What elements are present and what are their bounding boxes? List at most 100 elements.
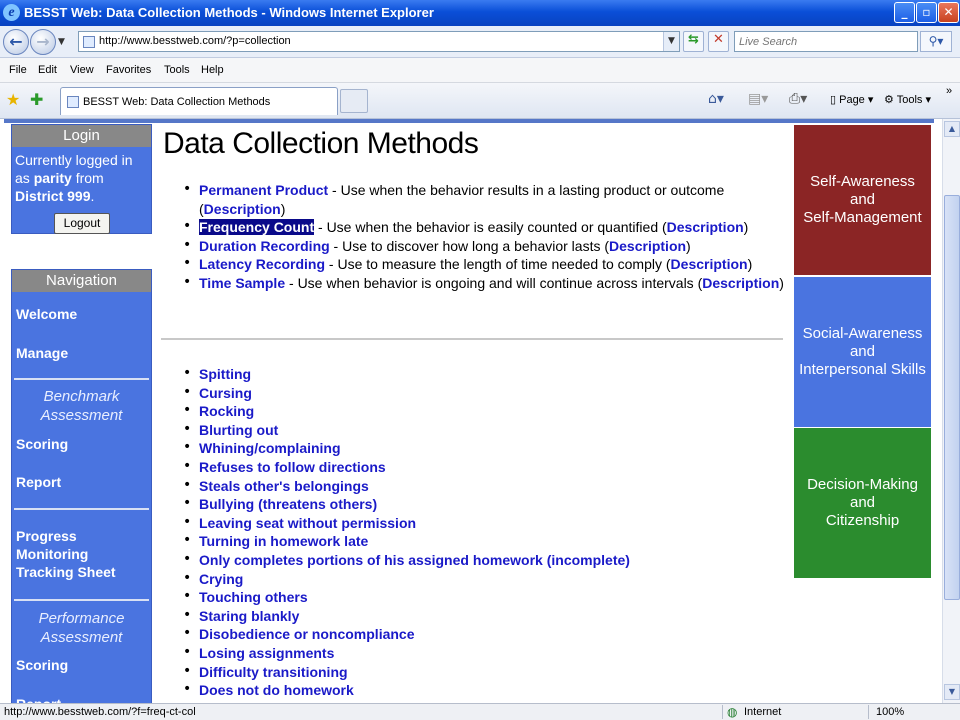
- behavior-link[interactable]: Bullying (threatens others): [199, 496, 377, 512]
- page-top-border: [4, 119, 934, 123]
- menu-file[interactable]: File: [9, 64, 27, 76]
- minimize-button[interactable]: _: [894, 2, 915, 23]
- behavior-link[interactable]: Blurting out: [199, 422, 278, 438]
- add-favorite-icon[interactable]: ✚: [30, 90, 43, 109]
- nav-manage[interactable]: Manage: [16, 344, 68, 362]
- scroll-down-icon[interactable]: ▼: [944, 684, 960, 700]
- decision-making-box[interactable]: Decision-Making and Citizenship: [794, 428, 931, 578]
- print-icon[interactable]: ⎙▾: [789, 91, 807, 107]
- list-item: Losing assignments: [183, 644, 789, 663]
- description-link[interactable]: Description: [204, 201, 281, 217]
- page-title: Data Collection Methods: [163, 127, 479, 160]
- method-frequency-count-link[interactable]: Frequency Count: [199, 219, 315, 236]
- behavior-link[interactable]: Steals other's belongings: [199, 478, 369, 494]
- forward-button[interactable]: →: [30, 29, 56, 55]
- method-paren: ): [686, 237, 691, 254]
- back-button[interactable]: ←: [3, 29, 29, 55]
- nav-report[interactable]: Report: [16, 473, 61, 491]
- description-link[interactable]: Description: [671, 256, 748, 272]
- status-separator: [722, 705, 723, 719]
- chevron-more-icon[interactable]: »: [946, 85, 952, 97]
- behavior-link[interactable]: Whining/complaining: [199, 440, 341, 456]
- nav-report[interactable]: Report: [16, 695, 61, 703]
- page-menu[interactable]: ▯ Page ▾: [830, 93, 873, 106]
- menu-view[interactable]: View: [70, 64, 94, 76]
- tools-menu[interactable]: ⚙ Tools ▾: [884, 93, 931, 106]
- behavior-link[interactable]: Disobedience or noncompliance: [199, 626, 415, 642]
- feeds-icon[interactable]: ▤▾: [748, 91, 768, 107]
- scroll-up-icon[interactable]: ▲: [944, 121, 960, 137]
- behavior-link[interactable]: Does not do homework: [199, 682, 354, 698]
- social-awareness-box[interactable]: Social-Awareness and Interpersonal Skill…: [794, 277, 931, 427]
- description-link[interactable]: Description: [702, 275, 779, 291]
- list-item: Bullying (threatens others): [183, 495, 789, 514]
- behavior-link[interactable]: Cursing: [199, 385, 252, 401]
- methods-list: Permanent Product - Use when the behavio…: [183, 181, 789, 293]
- behavior-link[interactable]: Only completes portions of his assigned …: [199, 552, 630, 568]
- search-input[interactable]: [735, 32, 917, 51]
- method-permanent-product-link[interactable]: Permanent Product: [199, 182, 328, 198]
- method-item: Duration Recording - Use to discover how…: [183, 237, 789, 256]
- list-item: Spitting: [183, 365, 789, 384]
- behavior-link[interactable]: Difficulty transitioning: [199, 664, 348, 680]
- list-item: Staring blankly: [183, 607, 789, 626]
- login-heading: Login: [12, 125, 151, 147]
- new-tab-button[interactable]: [340, 89, 368, 113]
- menu-help[interactable]: Help: [201, 64, 224, 76]
- refresh-icon[interactable]: ⇆: [683, 31, 704, 52]
- menu-favorites[interactable]: Favorites: [106, 64, 151, 76]
- internet-zone-icon: ◍: [727, 705, 738, 719]
- vertical-scrollbar[interactable]: ▲ ▼: [942, 119, 960, 703]
- maximize-button[interactable]: ▫: [916, 2, 937, 23]
- menu-tools[interactable]: Tools: [164, 64, 190, 76]
- home-icon[interactable]: ⌂▾: [708, 91, 724, 107]
- method-latency-recording-link[interactable]: Latency Recording: [199, 256, 325, 272]
- behavior-link[interactable]: Crying: [199, 571, 243, 587]
- behavior-link[interactable]: Touching others: [199, 589, 308, 605]
- stop-icon[interactable]: ✕: [708, 31, 729, 52]
- method-paren: ): [747, 256, 753, 273]
- address-bar[interactable]: http://www.besstweb.com/?p=collection ▼: [78, 31, 680, 52]
- method-time-sample-link[interactable]: Time Sample: [199, 275, 285, 291]
- behavior-link[interactable]: Refuses to follow directions: [199, 459, 386, 475]
- self-awareness-box[interactable]: Self-Awareness and Self-Management: [794, 125, 931, 275]
- method-paren: ): [779, 274, 784, 291]
- behavior-link[interactable]: Rocking: [199, 403, 254, 419]
- nav-benchmark-assessment: Benchmark Assessment: [40, 388, 123, 424]
- tab-label: BESST Web: Data Collection Methods: [83, 96, 271, 108]
- search-box[interactable]: [734, 31, 918, 52]
- behavior-link[interactable]: Spitting: [199, 366, 251, 382]
- close-button[interactable]: ✕: [938, 2, 959, 23]
- list-item: Disobedience or noncompliance: [183, 625, 789, 644]
- address-bar-row: ← → ▼ http://www.besstweb.com/?p=collect…: [0, 26, 960, 58]
- zoom-level[interactable]: 100%: [876, 706, 904, 718]
- logout-button[interactable]: Logout: [54, 213, 110, 234]
- recent-pages-dropdown-icon[interactable]: ▼: [58, 37, 65, 47]
- description-link[interactable]: Description: [667, 219, 744, 235]
- scroll-thumb[interactable]: [944, 195, 960, 600]
- tab-page-icon: [67, 96, 79, 108]
- nav-progress-monitoring[interactable]: Progress Monitoring Tracking Sheet: [16, 527, 136, 581]
- description-link[interactable]: Description: [609, 238, 686, 254]
- method-duration-recording-link[interactable]: Duration Recording: [199, 238, 330, 254]
- list-item: Does not do homework: [183, 681, 789, 700]
- nav-welcome[interactable]: Welcome: [16, 305, 77, 323]
- method-desc: - Use to measure the length of time need…: [325, 256, 671, 273]
- menu-edit[interactable]: Edit: [38, 64, 57, 76]
- list-item: Refuses to follow directions: [183, 458, 789, 477]
- behavior-link[interactable]: Turning in homework late: [199, 533, 368, 549]
- search-button[interactable]: ⚲▾: [920, 31, 952, 52]
- nav-scoring[interactable]: Scoring: [16, 435, 68, 453]
- tab-active[interactable]: BESST Web: Data Collection Methods: [60, 87, 338, 115]
- nav-scoring[interactable]: Scoring: [16, 656, 68, 674]
- page-viewport: Login Currently logged in as parity from…: [0, 119, 942, 703]
- url-text[interactable]: http://www.besstweb.com/?p=collection: [99, 35, 291, 47]
- tools-menu-label: Tools: [896, 94, 923, 106]
- behavior-link[interactable]: Leaving seat without permission: [199, 515, 416, 531]
- behavior-link[interactable]: Losing assignments: [199, 645, 334, 661]
- behavior-link[interactable]: Staring blankly: [199, 608, 299, 624]
- list-item: Whining/complaining: [183, 439, 789, 458]
- address-dropdown-icon[interactable]: ▼: [663, 32, 679, 51]
- favorites-star-icon[interactable]: ★: [6, 90, 20, 109]
- login-from: from: [75, 170, 104, 186]
